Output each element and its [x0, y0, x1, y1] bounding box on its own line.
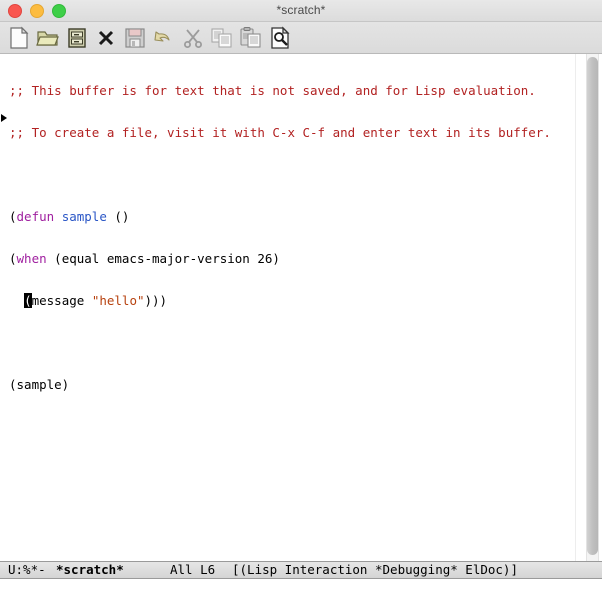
buffer-line-7 — [9, 336, 575, 350]
message-call: message — [32, 293, 92, 308]
mode-line: U:%*- *scratch* All L6 [(Lisp Interactio… — [0, 561, 602, 579]
vertical-scrollbar[interactable] — [575, 54, 602, 561]
buffer-line-8: (sample) — [9, 378, 575, 392]
keyword-when: when — [17, 251, 47, 266]
search-icon[interactable] — [267, 24, 293, 52]
scissors-icon[interactable] — [180, 24, 206, 52]
indent — [9, 293, 24, 308]
buffer-line-6: (message "hello"))) — [9, 294, 575, 308]
buffer-content[interactable]: ;; This buffer is for text that is not s… — [9, 54, 575, 420]
mode-line-status: U:%*- — [8, 562, 46, 578]
save-floppy-icon[interactable] — [122, 24, 148, 52]
paren: ( — [9, 251, 17, 266]
keyword-defun: defun — [17, 209, 55, 224]
toolbar — [0, 22, 602, 54]
buffer-text-area[interactable]: ;; This buffer is for text that is not s… — [0, 54, 602, 561]
buffer-line-1: ;; This buffer is for text that is not s… — [9, 84, 575, 98]
closing-parens: ))) — [145, 293, 168, 308]
call-expr: (sample) — [9, 377, 69, 392]
buffer-line-4: (defun sample () — [9, 210, 575, 224]
mode-line-buffer-name: *scratch* — [56, 562, 124, 578]
title-bar: *scratch* — [0, 0, 602, 22]
file-cabinet-icon[interactable] — [64, 24, 90, 52]
string-literal: "hello" — [92, 293, 145, 308]
paren: ( — [9, 209, 17, 224]
text-cursor: ( — [24, 293, 32, 308]
paste-icon[interactable] — [238, 24, 264, 52]
buffer-line-3 — [9, 168, 575, 182]
close-x-icon[interactable] — [93, 24, 119, 52]
comment-text: ;; To create a file, visit it with C-x C… — [9, 125, 551, 140]
mode-line-modes: [(Lisp Interaction *Debugging* ElDoc)] — [232, 562, 518, 578]
scrollbar-thumb[interactable] — [587, 57, 598, 555]
comment-text: ;; This buffer is for text that is not s… — [9, 83, 536, 98]
open-folder-icon[interactable] — [35, 24, 61, 52]
debug-breakpoint-arrow-icon — [1, 114, 7, 122]
mode-line-position: All L6 — [170, 562, 215, 578]
space — [54, 209, 62, 224]
buffer-line-5: (when (equal emacs-major-version 26) — [9, 252, 575, 266]
condition-expr: (equal emacs-major-version 26) — [47, 251, 280, 266]
new-file-icon[interactable] — [6, 24, 32, 52]
function-name-sample: sample — [62, 209, 107, 224]
left-fringe — [0, 54, 9, 561]
arglist: () — [107, 209, 130, 224]
echo-area: Breakpoint set in edebug-anon0 — [0, 579, 602, 593]
emacs-window: *scratch* — [0, 0, 602, 593]
window-title: *scratch* — [0, 0, 602, 21]
buffer-line-2: ;; To create a file, visit it with C-x C… — [9, 126, 575, 140]
copy-icon[interactable] — [209, 24, 235, 52]
undo-arrow-icon[interactable] — [151, 24, 177, 52]
